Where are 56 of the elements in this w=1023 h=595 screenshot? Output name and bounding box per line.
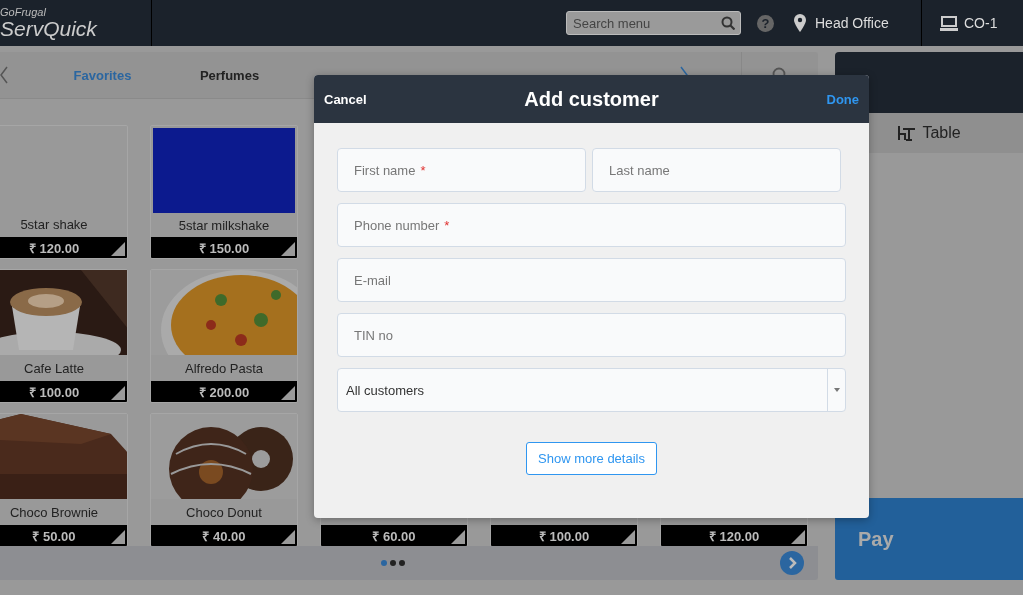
product-price: ₹ 120.00 xyxy=(708,527,760,545)
app-logo-text: ServQuick xyxy=(0,17,97,40)
product-card[interactable]: 5star milkshake ₹ 150.00 xyxy=(150,125,298,259)
product-name: Choco Donut xyxy=(186,504,262,520)
table-icon xyxy=(897,125,917,141)
corner-triangle-icon[interactable] xyxy=(281,386,295,400)
product-card[interactable]: Alfredo Pasta ₹ 200.00 xyxy=(150,269,298,403)
show-more-details-button[interactable]: Show more details xyxy=(526,442,657,475)
product-card[interactable]: Choco Donut ₹ 40.00 xyxy=(150,413,298,546)
done-button[interactable]: Done xyxy=(826,91,859,107)
product-price: ₹ 100.00 xyxy=(28,383,80,401)
pay-button[interactable]: Pay xyxy=(835,498,1023,580)
product-price: ₹ 200.00 xyxy=(198,383,250,401)
corner-triangle-icon[interactable] xyxy=(791,530,805,544)
location-pin-icon xyxy=(794,14,806,32)
customer-group-dropdown[interactable]: All customers xyxy=(337,368,846,412)
product-price: ₹ 60.00 xyxy=(372,527,416,545)
input-field[interactable]: First name * xyxy=(337,148,586,192)
page-dot[interactable] xyxy=(399,560,405,566)
input-field[interactable]: Phone number * xyxy=(337,203,846,247)
product-name: 5star milkshake xyxy=(178,217,270,233)
corner-triangle-icon[interactable] xyxy=(621,530,635,544)
brand-text: GoFrugal xyxy=(0,6,46,18)
product-price: ₹ 100.00 xyxy=(538,527,590,545)
corner-triangle-icon[interactable] xyxy=(111,530,125,544)
corner-triangle-icon[interactable] xyxy=(111,242,125,256)
corner-triangle-icon[interactable] xyxy=(451,530,465,544)
caret-icon xyxy=(833,388,840,392)
computer-icon xyxy=(940,15,958,31)
product-name: Cafe Latte xyxy=(24,360,84,376)
input-field[interactable]: E-mail xyxy=(337,258,846,302)
corner-triangle-icon[interactable] xyxy=(281,242,295,256)
corner-triangle-icon[interactable] xyxy=(111,386,125,400)
next-page-button[interactable] xyxy=(780,551,804,575)
input-field[interactable]: TIN no xyxy=(337,313,846,357)
product-price: ₹ 40.00 xyxy=(202,527,246,545)
product-name: Alfredo Pasta xyxy=(184,360,263,376)
input-field[interactable]: Last name xyxy=(592,148,841,192)
page-dot[interactable] xyxy=(381,560,387,566)
help-button[interactable]: ? xyxy=(757,14,774,32)
product-name: 5star shake xyxy=(20,216,88,232)
location-label[interactable]: Head Office xyxy=(815,15,889,31)
product-card[interactable]: Choco Brownie ₹ 50.00 xyxy=(0,413,128,546)
search-field[interactable]: Search menu xyxy=(566,11,741,35)
product-price: ₹ 150.00 xyxy=(198,239,250,257)
product-price: ₹ 50.00 xyxy=(32,527,76,545)
product-name: Choco Brownie xyxy=(9,504,99,520)
dialog-title: Add customer xyxy=(524,87,659,110)
product-card[interactable]: Cafe Latte ₹ 100.00 xyxy=(0,269,128,403)
page-dot[interactable] xyxy=(390,560,396,566)
product-card[interactable]: 5star shake ₹ 120.00 xyxy=(0,125,128,259)
product-price: ₹ 120.00 xyxy=(28,239,80,257)
counter-label[interactable]: CO-1 xyxy=(964,15,998,31)
cancel-button[interactable]: Cancel xyxy=(324,91,367,107)
corner-triangle-icon[interactable] xyxy=(281,530,295,544)
category-tab[interactable]: Perfumes xyxy=(166,52,293,98)
